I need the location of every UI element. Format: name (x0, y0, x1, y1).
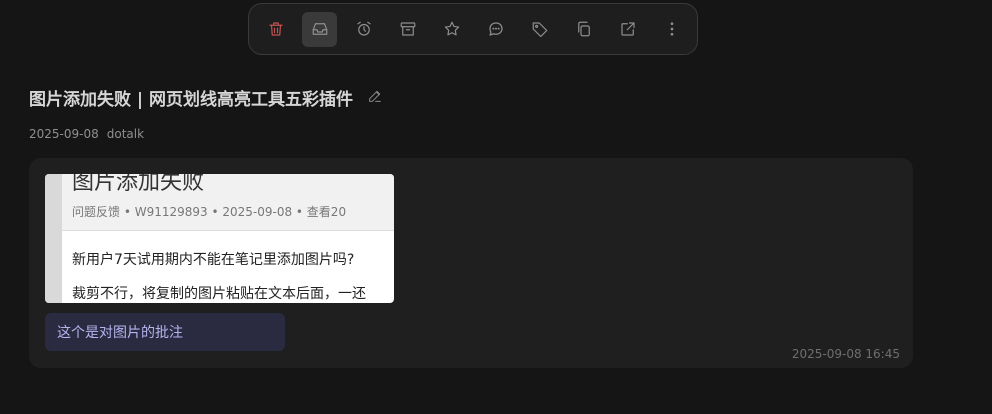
note-title: 图片添加失败 | 网页划线高亮工具五彩插件 (29, 90, 354, 110)
more-button[interactable] (654, 12, 689, 47)
highlight-card: 图片添加失败 问题反馈 • W91129893 • 2025-09-08 • 查… (29, 158, 913, 368)
toolbar (248, 3, 698, 55)
note-date: 2025-09-08 (29, 127, 99, 141)
image-title: 图片添加失败 (72, 174, 205, 195)
tag-button[interactable] (522, 12, 557, 47)
inbox-button[interactable] (302, 11, 337, 47)
reminder-button[interactable] (346, 12, 381, 47)
note-timestamp: 2025-09-08 16:45 (791, 347, 900, 361)
image-header: 图片添加失败 问题反馈 • W91129893 • 2025-09-08 • 查… (62, 174, 394, 231)
comment-icon (488, 22, 503, 36)
archive-button[interactable] (390, 12, 425, 47)
open-external-button[interactable] (610, 12, 645, 47)
pencil-icon (369, 90, 381, 102)
star-icon (444, 21, 459, 36)
edit-title-button[interactable] (367, 88, 383, 108)
delete-button[interactable] (258, 12, 293, 47)
copy-button[interactable] (566, 12, 601, 47)
inbox-icon (312, 23, 327, 35)
image-side-bar (45, 174, 62, 303)
alarm-icon (356, 21, 371, 36)
image-subtitle: 问题反馈 • W91129893 • 2025-09-08 • 查看20 (72, 205, 347, 219)
open-external-icon (620, 22, 635, 36)
copy-icon (577, 21, 590, 37)
image-text-line-2: 裁剪不行，将复制的图片粘贴在文本后面，一还 (72, 286, 366, 302)
image-text-line-1: 新用户7天试用期内不能在笔记里添加图片吗? (72, 252, 355, 268)
delete-icon (268, 22, 283, 36)
archive-icon (400, 22, 415, 36)
tag-icon (532, 22, 547, 38)
note-source[interactable]: dotalk (107, 127, 144, 141)
star-button[interactable] (434, 12, 469, 47)
comment-button[interactable] (478, 12, 513, 47)
image-annotation[interactable]: 这个是对图片的批注 (45, 313, 285, 351)
captured-image[interactable]: 图片添加失败 问题反馈 • W91129893 • 2025-09-08 • 查… (45, 174, 394, 303)
title-row: 图片添加失败 | 网页划线高亮工具五彩插件 (29, 85, 383, 110)
note-meta: 2025-09-08 dotalk (29, 127, 144, 141)
more-vertical-icon (670, 22, 673, 36)
